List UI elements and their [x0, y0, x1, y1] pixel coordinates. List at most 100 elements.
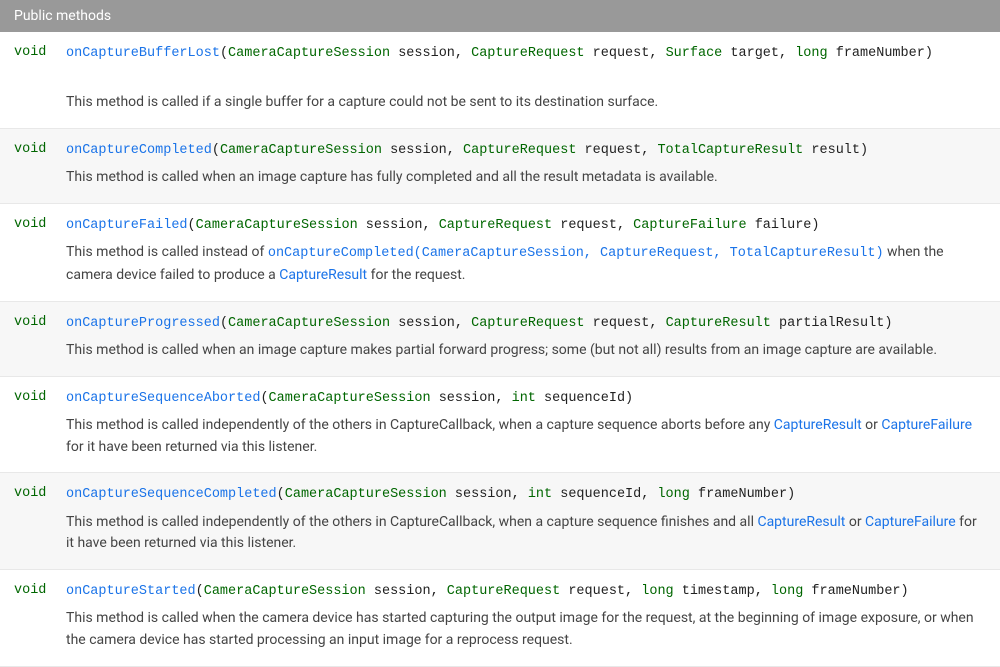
token-keyword: long — [657, 487, 689, 502]
token-punct: , — [641, 487, 657, 502]
token-param: sequenceId — [560, 487, 641, 502]
token-type[interactable]: CameraCaptureSession — [269, 391, 431, 406]
token-text: This method is called when the camera de… — [66, 610, 974, 648]
token-param: frameNumber — [698, 487, 787, 502]
token-punct: , — [617, 218, 633, 233]
token-punct — [585, 316, 593, 331]
token-type[interactable]: CameraCaptureSession — [228, 316, 390, 331]
token-type[interactable]: CaptureRequest — [439, 218, 552, 233]
token-type[interactable]: CaptureFailure — [633, 218, 746, 233]
token-text: This method is called when an image capt… — [66, 169, 718, 185]
token-punct: ) — [787, 487, 795, 502]
token-methodref[interactable]: onCaptureCompleted(CameraCaptureSession,… — [268, 246, 884, 261]
method-description: This method is called independently of t… — [66, 415, 986, 458]
token-text: or — [845, 514, 865, 530]
token-param: session — [366, 218, 423, 233]
token-punct — [447, 487, 455, 502]
method-description: This method is called independently of t… — [66, 512, 986, 555]
method-body: onCaptureSequenceCompleted(CameraCapture… — [66, 485, 986, 555]
method-signature: onCaptureSequenceCompleted(CameraCapture… — [66, 485, 986, 505]
token-param: session — [398, 316, 455, 331]
token-link[interactable]: CaptureResult — [757, 514, 845, 530]
token-method[interactable]: onCaptureCompleted — [66, 143, 212, 158]
token-text: or — [862, 417, 882, 433]
return-type: void — [14, 44, 66, 114]
token-punct — [828, 46, 836, 61]
token-punct — [585, 46, 593, 61]
token-type[interactable]: TotalCaptureResult — [657, 143, 803, 158]
method-row: voidonCaptureBufferLost(CameraCaptureSes… — [0, 32, 1000, 129]
token-punct — [690, 487, 698, 502]
token-keyword: long — [795, 46, 827, 61]
token-punct: , — [423, 218, 439, 233]
token-punct: , — [455, 46, 471, 61]
method-body: onCaptureStarted(CameraCaptureSession se… — [66, 582, 986, 652]
token-param: session — [390, 143, 447, 158]
token-param: session — [455, 487, 512, 502]
token-punct: , — [455, 316, 471, 331]
token-type[interactable]: CaptureResult — [666, 316, 771, 331]
token-punct — [382, 143, 390, 158]
method-signature: onCaptureSequenceAborted(CameraCaptureSe… — [66, 389, 986, 409]
token-param: frameNumber — [836, 46, 925, 61]
method-description: This method is called when an image capt… — [66, 340, 986, 362]
method-signature: onCaptureCompleted(CameraCaptureSession … — [66, 141, 986, 161]
token-link[interactable]: CaptureResult — [774, 417, 862, 433]
method-body: onCaptureProgressed(CameraCaptureSession… — [66, 314, 986, 362]
token-method[interactable]: onCaptureSequenceAborted — [66, 391, 260, 406]
token-type[interactable]: CameraCaptureSession — [220, 143, 382, 158]
token-punct: , — [649, 316, 665, 331]
public-methods-table: Public methods voidonCaptureBufferLost(C… — [0, 0, 1000, 667]
token-punct: , — [512, 487, 528, 502]
token-punct: ( — [212, 143, 220, 158]
token-type[interactable]: CaptureRequest — [471, 316, 584, 331]
token-punct — [390, 46, 398, 61]
token-punct: ) — [811, 218, 819, 233]
token-param: session — [398, 46, 455, 61]
method-description: This method is called if a single buffer… — [66, 92, 986, 114]
token-param: request — [593, 316, 650, 331]
return-type: void — [14, 389, 66, 459]
token-type[interactable]: CameraCaptureSession — [196, 218, 358, 233]
method-signature: onCaptureStarted(CameraCaptureSession se… — [66, 582, 986, 602]
method-row: voidonCaptureFailed(CameraCaptureSession… — [0, 204, 1000, 302]
return-type: void — [14, 141, 66, 189]
token-type[interactable]: CameraCaptureSession — [228, 46, 390, 61]
token-param: failure — [755, 218, 812, 233]
method-row: voidonCaptureSequenceAborted(CameraCaptu… — [0, 377, 1000, 474]
return-type: void — [14, 582, 66, 652]
token-param: target — [730, 46, 779, 61]
method-description: This method is called when the camera de… — [66, 608, 986, 651]
method-description: This method is called when an image capt… — [66, 167, 986, 189]
token-punct: ( — [277, 487, 285, 502]
table-body: voidonCaptureBufferLost(CameraCaptureSes… — [0, 32, 1000, 667]
token-type[interactable]: CaptureRequest — [463, 143, 576, 158]
token-punct — [771, 316, 779, 331]
method-body: onCaptureSequenceAborted(CameraCaptureSe… — [66, 389, 986, 459]
token-param: result — [811, 143, 860, 158]
token-method[interactable]: onCaptureSequenceCompleted — [66, 487, 277, 502]
token-punct — [390, 316, 398, 331]
token-param: request — [560, 218, 617, 233]
token-method[interactable]: onCaptureProgressed — [66, 316, 220, 331]
token-link[interactable]: CaptureResult — [279, 267, 367, 283]
token-text: This method is called if a single buffer… — [66, 94, 658, 110]
token-punct — [576, 143, 584, 158]
token-punct: ( — [220, 46, 228, 61]
token-type[interactable]: CameraCaptureSession — [285, 487, 447, 502]
token-type[interactable]: CaptureRequest — [471, 46, 584, 61]
method-row: voidonCaptureProgressed(CameraCaptureSes… — [0, 302, 1000, 377]
token-method[interactable]: onCaptureFailed — [66, 218, 188, 233]
token-text: This method is called instead of — [66, 244, 268, 260]
token-punct: ) — [625, 391, 633, 406]
token-punct: , — [641, 143, 657, 158]
token-link[interactable]: CaptureFailure — [881, 417, 972, 433]
token-text: This method is called independently of t… — [66, 514, 757, 530]
token-punct: ( — [188, 218, 196, 233]
method-signature: onCaptureFailed(CameraCaptureSession ses… — [66, 216, 986, 236]
token-link[interactable]: CaptureFailure — [865, 514, 956, 530]
token-punct: , — [495, 391, 511, 406]
token-method[interactable]: onCaptureBufferLost — [66, 46, 220, 61]
method-description: This method is called instead of onCaptu… — [66, 242, 986, 287]
token-type[interactable]: Surface — [666, 46, 723, 61]
